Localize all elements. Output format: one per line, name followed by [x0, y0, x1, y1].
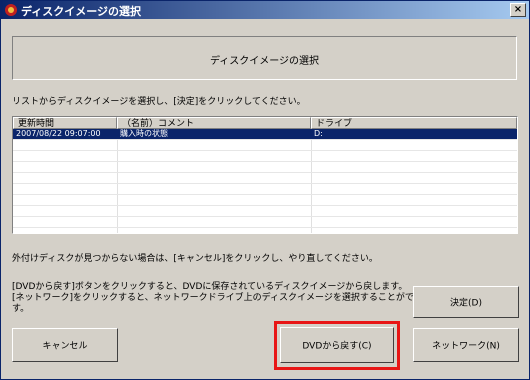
- header-title: ディスクイメージの選択: [209, 56, 320, 67]
- column-header-drive[interactable]: ドライブ: [311, 117, 517, 129]
- title-bar[interactable]: ディスクイメージの選択 ×: [1, 1, 529, 19]
- table-row: [13, 140, 517, 151]
- table-row: [13, 173, 517, 184]
- highlight-frame: [274, 321, 400, 370]
- table-row: [13, 195, 517, 206]
- table-row: [13, 206, 517, 217]
- ok-button-label: 決定(D): [450, 298, 482, 309]
- close-button[interactable]: ×: [510, 3, 526, 17]
- table-row: [13, 184, 517, 195]
- ok-button[interactable]: 決定(D): [413, 286, 519, 318]
- header-panel: ディスクイメージの選択: [12, 36, 517, 80]
- dvd-note-line3: す。: [12, 304, 30, 314]
- app-icon: [5, 4, 17, 16]
- cell-time: 2007/08/22 09:07:00: [16, 129, 101, 138]
- cancel-button[interactable]: キャンセル: [12, 328, 118, 362]
- network-button-label: ネットワーク(N): [432, 341, 500, 352]
- table-row[interactable]: 2007/08/22 09:07:00 購入時の状態 D:: [13, 129, 517, 140]
- external-disk-note: 外付けディスクが見つからない場合は、[キャンセル]をクリックし、やり直してくださ…: [12, 254, 378, 264]
- cell-drive: D:: [314, 129, 323, 138]
- cell-comment: 購入時の状態: [120, 129, 168, 138]
- disk-image-list[interactable]: 更新時間 （名前）コメント ドライブ 2007/08/22 09:07:00 購…: [12, 116, 518, 234]
- cancel-button-label: キャンセル: [42, 341, 88, 352]
- instruction-text: リストからディスクイメージを選択し、[決定]をクリックしてください。: [12, 97, 306, 107]
- network-button[interactable]: ネットワーク(N): [413, 328, 519, 362]
- column-header-time[interactable]: 更新時間: [13, 117, 117, 129]
- table-row: [13, 151, 517, 162]
- list-header: 更新時間 （名前）コメント ドライブ: [13, 117, 517, 129]
- dialog-window: ディスクイメージの選択 × ディスクイメージの選択 リストからディスクイメージを…: [0, 0, 530, 380]
- table-row: [13, 162, 517, 173]
- table-row: [13, 217, 517, 228]
- column-header-comment[interactable]: （名前）コメント: [117, 117, 311, 129]
- window-title: ディスクイメージの選択: [21, 5, 142, 18]
- dvd-note-line2: [ネットワーク]をクリックすると、ネットワークドライブ上のディスクイメージを選択…: [12, 293, 432, 303]
